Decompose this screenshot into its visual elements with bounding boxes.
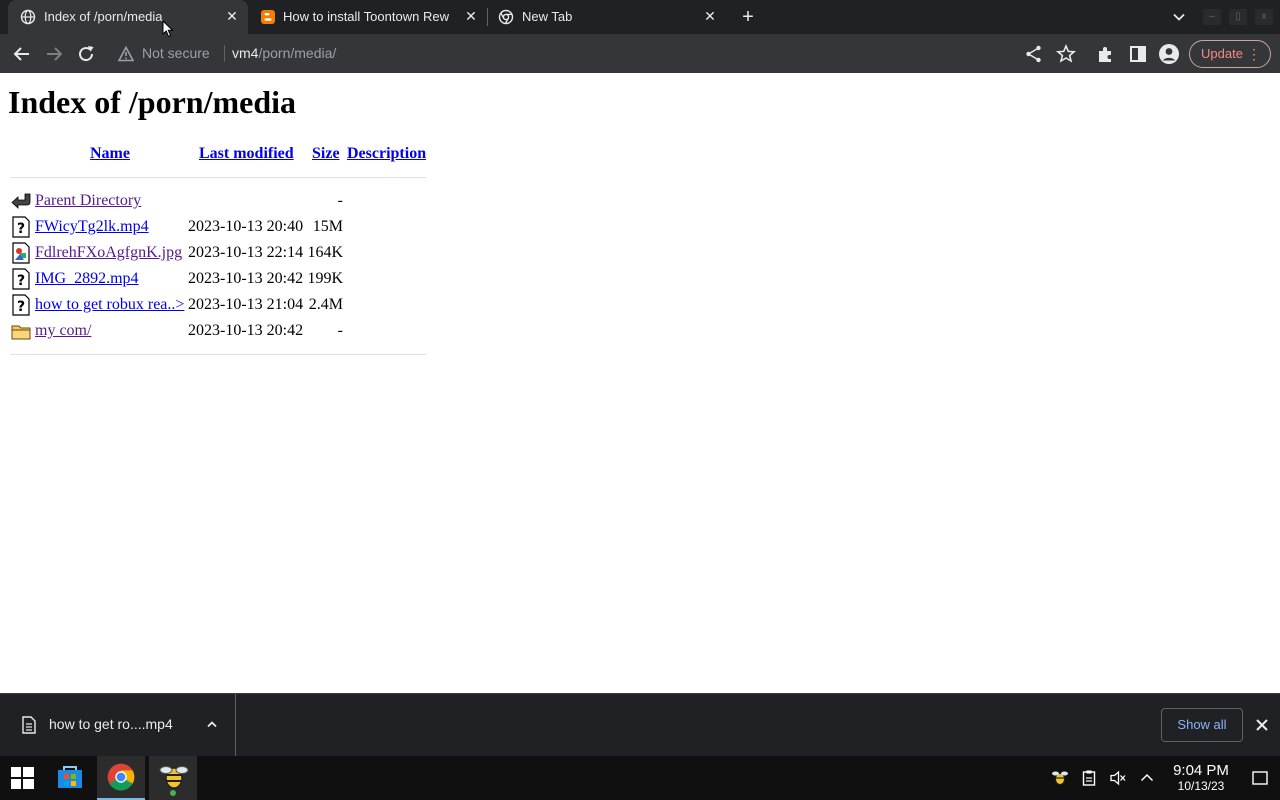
image-file-icon [12, 242, 30, 264]
clock-time: 9:04 PM [1173, 762, 1229, 779]
entry-date: 2023-10-13 22:14 [188, 244, 304, 261]
entry-size: 2.4M [308, 296, 343, 313]
folder-icon [11, 325, 31, 340]
bee-app-icon [159, 766, 189, 796]
unknown-file-icon: ? [12, 294, 30, 316]
entry-date: 2023-10-13 20:42 [188, 322, 304, 339]
svg-text:?: ? [17, 299, 25, 315]
chevron-down-icon[interactable] [1170, 8, 1188, 26]
notifications-icon[interactable] [1251, 769, 1269, 787]
page-content: Index of /porn/media Name Last modified … [0, 73, 1280, 693]
bookmark-star-icon[interactable] [1055, 43, 1077, 65]
url-text[interactable]: vm4/porn/media/ [232, 45, 336, 61]
kebab-menu-icon[interactable]: ⋮ [1247, 41, 1261, 67]
parent-directory-link[interactable]: Parent Directory [35, 192, 141, 210]
download-bar: how to get ro....mp4 Show all [0, 693, 1280, 756]
entry-size: 164K [307, 244, 343, 261]
tab-close-icon[interactable]: ✕ [702, 8, 718, 24]
update-button[interactable]: Update ⋮ [1189, 40, 1271, 68]
forward-arrow-icon[interactable] [43, 43, 65, 65]
chrome-icon [498, 9, 514, 25]
extensions-puzzle-icon[interactable] [1095, 43, 1117, 65]
svg-text:?: ? [17, 273, 25, 289]
browser-toolbar: Not secure vm4/porn/media/ Update ⋮ [0, 34, 1280, 73]
update-label: Update [1201, 46, 1243, 61]
volume-muted-icon[interactable] [1109, 769, 1127, 787]
url-host: vm4 [232, 45, 259, 61]
reload-icon[interactable] [75, 43, 97, 65]
tab-title: How to install Toontown Rew [283, 9, 449, 24]
entry-size: 15M [312, 218, 343, 235]
windows-taskbar: 9:04 PM 10/13/23 [0, 756, 1280, 800]
tab-close-icon[interactable]: ✕ [463, 8, 479, 24]
chrome-icon [107, 763, 135, 791]
unknown-file-icon: ? [12, 216, 30, 238]
download-file-name: how to get ro....mp4 [49, 716, 173, 732]
clipboard-icon[interactable] [1080, 769, 1098, 787]
unknown-file-icon: ? [12, 268, 30, 290]
column-header-size[interactable]: Size [312, 145, 340, 163]
chevron-up-icon[interactable] [1138, 769, 1156, 787]
side-panel-icon[interactable] [1127, 43, 1149, 65]
entry-size: 199K [307, 270, 343, 287]
table-row: ? how to get robux rea..> 2023-10-13 21:… [0, 292, 440, 318]
address-bar[interactable]: Not secure vm4/porn/media/ [110, 37, 1010, 70]
table-row: ? FWicyTg2lk.mp4 2023-10-13 20:40 15M [0, 214, 440, 240]
tray-bee-icon[interactable] [1051, 769, 1069, 787]
taskbar-app-button[interactable] [149, 756, 197, 800]
maximize-icon[interactable]: ▯ [1229, 9, 1247, 25]
table-divider-bottom [10, 354, 426, 355]
file-icon [22, 716, 36, 734]
tab-new-tab[interactable]: New Tab ✕ [488, 0, 728, 34]
chevron-up-icon[interactable] [205, 717, 219, 731]
clock-date: 10/13/23 [1177, 779, 1225, 793]
column-header-name[interactable]: Name [90, 145, 130, 163]
url-path: /porn/media/ [258, 45, 337, 61]
tab-strip: Index of /porn/media ✕ How to install To… [0, 0, 1280, 34]
entry-size: - [337, 322, 343, 339]
share-icon[interactable] [1023, 43, 1045, 65]
file-link[interactable]: how to get robux rea..> [35, 296, 184, 314]
tab-title: New Tab [522, 9, 573, 24]
minimize-icon[interactable]: – [1203, 9, 1221, 25]
back-arrow-icon[interactable] [11, 43, 33, 65]
omnibox-divider [224, 45, 225, 62]
windows-start-icon[interactable] [0, 756, 48, 800]
taskbar-chrome-button[interactable] [97, 756, 145, 800]
tab-close-icon[interactable]: ✕ [224, 8, 240, 24]
file-link[interactable]: FWicyTg2lk.mp4 [35, 218, 149, 236]
table-row: Parent Directory - [0, 188, 440, 214]
download-item[interactable]: how to get ro....mp4 [0, 694, 236, 756]
entry-size: - [337, 192, 343, 209]
warning-triangle-icon[interactable] [118, 46, 134, 62]
show-all-button[interactable]: Show all [1161, 708, 1243, 742]
window-close-icon[interactable]: x [1255, 9, 1273, 25]
back-arrow-icon [11, 193, 31, 209]
not-secure-label[interactable]: Not secure [142, 45, 210, 61]
entry-date: 2023-10-13 20:40 [188, 218, 304, 235]
column-header-description[interactable]: Description [347, 145, 426, 163]
taskbar-clock[interactable]: 9:04 PM 10/13/23 [1166, 763, 1236, 794]
file-link[interactable]: FdlrehFXoAgfgnK.jpg [35, 244, 182, 262]
page-title: Index of /porn/media [8, 84, 297, 120]
entry-date: 2023-10-13 21:04 [188, 296, 304, 313]
blogger-icon [261, 10, 275, 24]
folder-link[interactable]: my com/ [35, 322, 91, 340]
mouse-cursor-icon [162, 20, 174, 38]
profile-avatar-icon[interactable] [1158, 43, 1180, 65]
store-icon[interactable] [46, 756, 94, 800]
globe-icon [20, 9, 36, 25]
tab-toontown[interactable]: How to install Toontown Rew ✕ [248, 0, 488, 34]
file-link[interactable]: IMG_2892.mp4 [35, 270, 139, 288]
tab-index-porn-media[interactable]: Index of /porn/media ✕ [8, 0, 248, 34]
close-icon[interactable] [1254, 717, 1270, 733]
column-header-last-modified[interactable]: Last modified [199, 145, 294, 163]
entry-date: 2023-10-13 20:42 [188, 270, 304, 287]
new-tab-plus-icon[interactable]: + [737, 6, 759, 28]
svg-text:?: ? [17, 221, 25, 237]
table-row: ? IMG_2892.mp4 2023-10-13 20:42 199K [0, 266, 440, 292]
table-row: my com/ 2023-10-13 20:42 - [0, 318, 440, 344]
table-row: FdlrehFXoAgfgnK.jpg 2023-10-13 22:14 164… [0, 240, 440, 266]
table-divider-top [10, 177, 426, 178]
